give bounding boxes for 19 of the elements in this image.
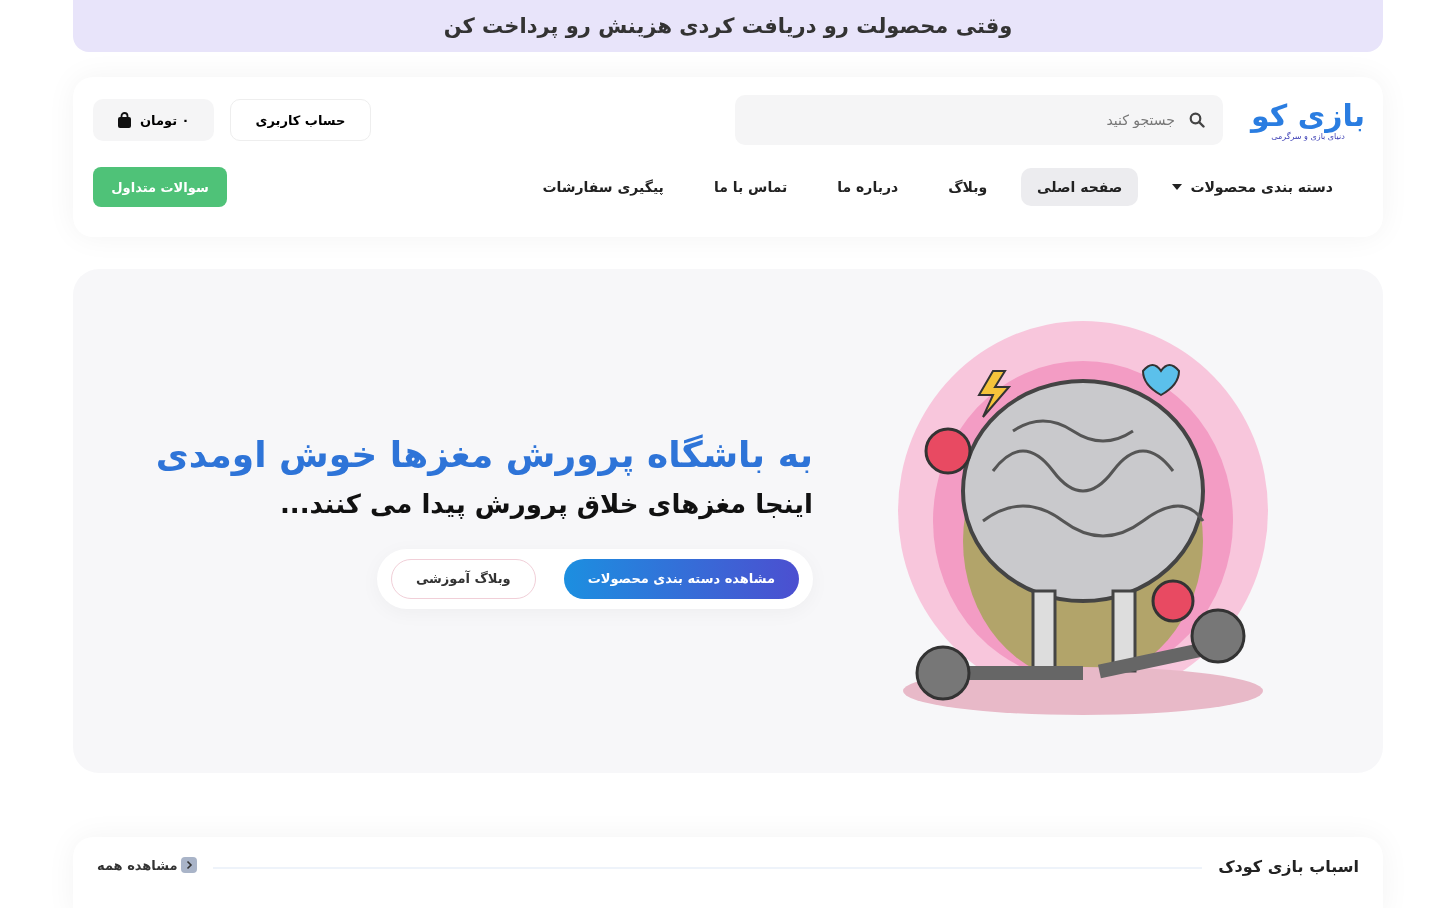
search-field[interactable]: جستجو کنید xyxy=(735,95,1223,145)
blog-button[interactable]: وبلاگ آموزشی xyxy=(390,558,536,599)
account-button[interactable]: حساب کاربری xyxy=(229,99,372,141)
categories-button[interactable]: مشاهده دسته بندی محصولات xyxy=(563,558,799,599)
nav-link[interactable]: دسته بندی محصولات xyxy=(1156,168,1349,206)
nav-link[interactable]: وبلاگ xyxy=(932,168,1004,206)
announcement-banner: وقتی محصولت رو دریافت کردی هزینش رو پرداخت کن xyxy=(73,0,1383,52)
cart-button[interactable]: ۰ تومان xyxy=(93,99,214,141)
chevron-icon xyxy=(180,857,197,873)
nav-link[interactable]: تماس با ما xyxy=(697,168,804,206)
hero-subtitle: اینجا مغزهای خلاق پرورش پیدا می کنند... xyxy=(279,488,813,519)
caret-icon xyxy=(1172,184,1183,190)
shopping-bag-icon xyxy=(117,112,132,128)
section-title: اسباب بازی کودک xyxy=(1218,857,1359,876)
view-all-link[interactable]: مشاهده همه xyxy=(97,857,197,873)
nav-link[interactable]: پیگیری سفارشات xyxy=(526,168,680,206)
nav-link[interactable]: درباره ما xyxy=(821,168,915,206)
nav-link[interactable]: صفحه اصلی xyxy=(1021,168,1139,206)
hero-title: به باشگاه پرورش مغزها خوش اومدی xyxy=(155,433,813,475)
